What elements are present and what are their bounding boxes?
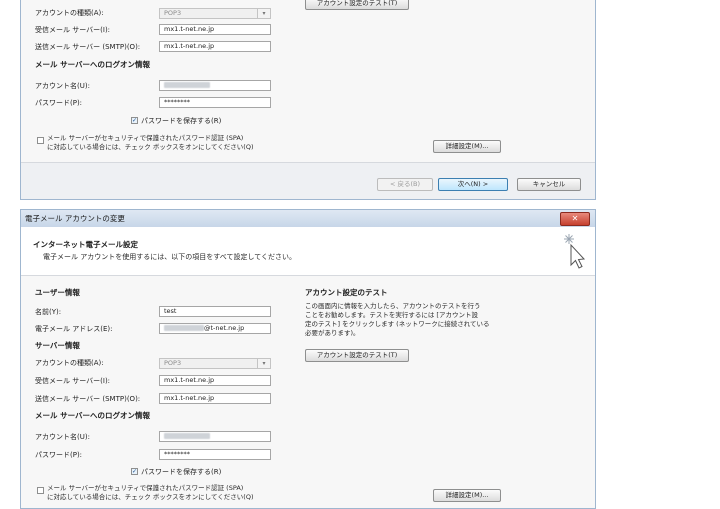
test-settings-description-line1: この画面内に情報を入力したら、アカウントのテストを行う — [305, 302, 481, 310]
account-type-dropdown[interactable]: POP3 ▾ — [159, 358, 271, 369]
password-label: パスワード(P): — [35, 451, 83, 459]
spa-label-line2: に対応している場合には、チェック ボックスをオンにしてください(Q) — [47, 143, 254, 151]
account-type-value: POP3 — [164, 9, 182, 17]
test-settings-description-line2: ことをお勧めします。テストを実行するには [アカウント設 — [305, 311, 478, 319]
outgoing-server-input[interactable]: mx1.t-net.ne.jp — [159, 41, 271, 52]
header-title: インターネット電子メール設定 — [33, 240, 138, 249]
spa-label-line1: メール サーバーがセキュリティで保護されたパスワード認証 (SPA) — [47, 134, 244, 142]
back-button[interactable]: < 戻る(B) — [377, 178, 433, 191]
name-input[interactable]: test — [159, 306, 271, 317]
account-type-dropdown[interactable]: POP3 ▾ — [159, 8, 271, 19]
account-type-value: POP3 — [164, 359, 182, 367]
password-value: ******** — [164, 450, 190, 458]
logon-section-title: メール サーバーへのログオン情報 — [35, 411, 151, 420]
outgoing-server-value: mx1.t-net.ne.jp — [164, 42, 215, 50]
outgoing-server-label: 送信メール サーバー (SMTP)(O): — [35, 43, 141, 51]
incoming-server-label: 受信メール サーバー(I): — [35, 26, 111, 34]
spa-checkbox[interactable] — [37, 487, 44, 494]
redacted-email-user — [164, 325, 204, 331]
account-type-label: アカウントの種類(A): — [35, 9, 104, 17]
name-label: 名前(Y): — [35, 308, 62, 316]
sparkle-cursor-icon — [564, 234, 586, 269]
cancel-button[interactable]: キャンセル — [517, 178, 581, 191]
password-label: パスワード(P): — [35, 99, 83, 107]
spa-label-line1: メール サーバーがセキュリティで保護されたパスワード認証 (SPA) — [47, 484, 244, 492]
window-title: 電子メール アカウントの変更 — [25, 214, 125, 223]
dialog-header: インターネット電子メール設定 電子メール アカウントを使用するには、以下の項目を… — [21, 227, 595, 276]
next-button[interactable]: 次へ(N) > — [438, 178, 508, 191]
test-settings-description-line3: 定のテスト] をクリックします (ネットワークに接続されている — [305, 320, 490, 328]
account-name-input[interactable] — [159, 80, 271, 91]
test-account-settings-button[interactable]: アカウント設定のテスト(T) — [305, 0, 409, 10]
remember-password-checkbox[interactable]: ✓ — [131, 117, 138, 124]
incoming-server-value: mx1.t-net.ne.jp — [164, 25, 215, 33]
remember-password-checkbox[interactable]: ✓ — [131, 468, 138, 475]
server-info-section-title: サーバー情報 — [35, 341, 80, 350]
email-domain: @t-net.ne.jp — [204, 324, 245, 332]
logon-section-title: メール サーバーへのログオン情報 — [35, 60, 151, 69]
redacted-account-name — [164, 433, 210, 439]
chevron-down-icon: ▾ — [257, 9, 270, 18]
change-email-account-dialog: 電子メール アカウントの変更 ✕ インターネット電子メール設定 電子メール アカ… — [20, 209, 596, 509]
account-type-label: アカウントの種類(A): — [35, 359, 104, 367]
password-value: ******** — [164, 98, 190, 106]
header-subtitle: 電子メール アカウントを使用するには、以下の項目をすべて設定してください。 — [43, 253, 297, 261]
close-icon[interactable]: ✕ — [560, 212, 590, 226]
outgoing-server-label: 送信メール サーバー (SMTP)(O): — [35, 395, 141, 403]
password-input[interactable]: ******** — [159, 97, 271, 108]
dialog-footer: < 戻る(B) 次へ(N) > キャンセル — [21, 162, 595, 199]
account-name-label: アカウント名(U): — [35, 82, 90, 90]
name-value: test — [164, 307, 177, 315]
outgoing-server-value: mx1.t-net.ne.jp — [164, 394, 215, 402]
test-settings-description-line4: 必要があります)。 — [305, 329, 360, 337]
incoming-server-value: mx1.t-net.ne.jp — [164, 376, 215, 384]
account-name-label: アカウント名(U): — [35, 433, 90, 441]
spa-label-line2: に対応している場合には、チェック ボックスをオンにしてください(Q) — [47, 493, 254, 501]
email-address-label: 電子メール アドレス(E): — [35, 325, 113, 333]
title-bar[interactable]: 電子メール アカウントの変更 ✕ — [21, 210, 595, 228]
test-settings-section-title: アカウント設定のテスト — [305, 288, 388, 297]
password-input[interactable]: ******** — [159, 449, 271, 460]
test-account-settings-button[interactable]: アカウント設定のテスト(T) — [305, 349, 409, 362]
advanced-settings-button[interactable]: 詳細設定(M)... — [433, 140, 501, 153]
remember-password-label: パスワードを保存する(R) — [141, 468, 222, 476]
incoming-server-input[interactable]: mx1.t-net.ne.jp — [159, 24, 271, 35]
spa-checkbox[interactable] — [37, 137, 44, 144]
incoming-server-input[interactable]: mx1.t-net.ne.jp — [159, 375, 271, 386]
redacted-account-name — [164, 82, 210, 88]
chevron-down-icon: ▾ — [257, 359, 270, 368]
email-address-input[interactable]: @t-net.ne.jp — [159, 323, 271, 334]
account-settings-dialog-top: アカウントの種類(A): POP3 ▾ 受信メール サーバー(I): mx1.t… — [20, 0, 596, 200]
account-name-input[interactable] — [159, 431, 271, 442]
user-info-section-title: ユーザー情報 — [35, 288, 80, 297]
advanced-settings-button[interactable]: 詳細設定(M)... — [433, 489, 501, 502]
remember-password-label: パスワードを保存する(R) — [141, 117, 222, 125]
incoming-server-label: 受信メール サーバー(I): — [35, 377, 111, 385]
outgoing-server-input[interactable]: mx1.t-net.ne.jp — [159, 393, 271, 404]
